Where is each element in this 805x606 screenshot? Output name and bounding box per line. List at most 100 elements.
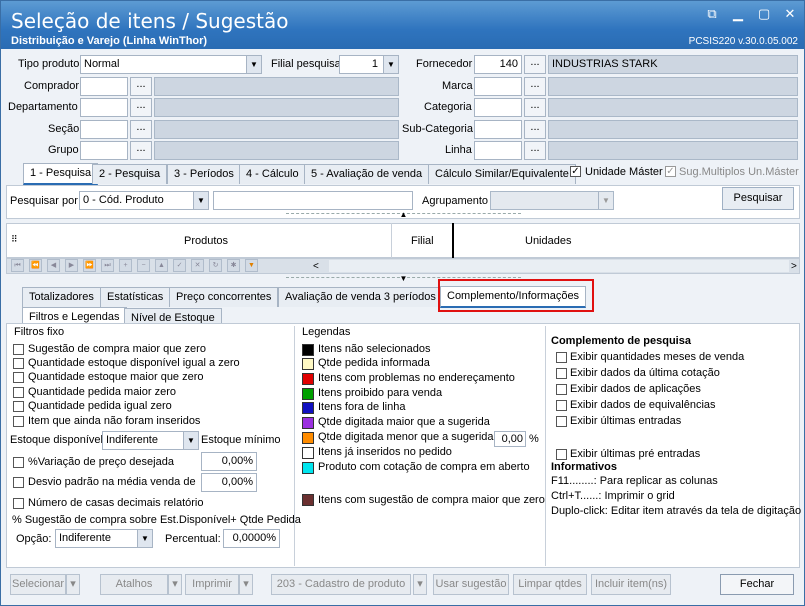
categoria-search-button[interactable]: ...: [524, 98, 546, 117]
filial-label: Filial pesquisa: [271, 58, 341, 70]
grid-col-unidades[interactable]: Unidades: [525, 235, 571, 247]
imprimir-dropdown[interactable]: ▾: [239, 574, 253, 595]
tab-pesquisa-2[interactable]: 2 - Pesquisa: [92, 164, 168, 184]
complemento-checkbox[interactable]: [556, 384, 567, 395]
variacao-input[interactable]: 0,00%: [201, 452, 257, 471]
scroll-left-icon[interactable]: <: [313, 261, 319, 272]
estoque-disponivel-select[interactable]: Indiferente ▼: [102, 431, 199, 450]
complemento-checkbox[interactable]: [556, 400, 567, 411]
fornecedor-code-input[interactable]: 140: [474, 55, 522, 74]
grid-col-produtos[interactable]: Produtos: [184, 235, 228, 247]
search-input[interactable]: [213, 191, 413, 210]
horizontal-scrollbar[interactable]: [329, 260, 789, 272]
secao-search-button[interactable]: ...: [130, 120, 152, 139]
complemento-checkbox[interactable]: [556, 449, 567, 460]
tab-pesquisa-1[interactable]: 1 - Pesquisa: [23, 163, 99, 185]
complemento-checkbox[interactable]: [556, 416, 567, 427]
edit-icon[interactable]: ▲: [155, 259, 168, 272]
selecionar-button[interactable]: Selecionar: [10, 574, 66, 595]
desvio-checkbox[interactable]: [13, 477, 24, 488]
tab-periodos[interactable]: 3 - Períodos: [167, 164, 241, 184]
imprimir-button[interactable]: Imprimir: [185, 574, 239, 595]
categoria-input[interactable]: [474, 98, 522, 117]
selecionar-dropdown[interactable]: ▾: [66, 574, 80, 595]
sug-multiplos-checkbox[interactable]: ✓: [665, 166, 676, 177]
marca-input[interactable]: [474, 77, 522, 96]
complemento-checkbox[interactable]: [556, 352, 567, 363]
pesquisar-button[interactable]: Pesquisar: [722, 187, 794, 210]
tipo-produto-select[interactable]: Normal ▼: [80, 55, 262, 74]
grupo-input[interactable]: [80, 141, 128, 160]
cadastro-produto-button[interactable]: 203 - Cadastro de produto: [271, 574, 411, 595]
atalhos-button[interactable]: Atalhos: [100, 574, 168, 595]
first-icon[interactable]: ⏮: [11, 259, 24, 272]
maximize-icon[interactable]: ▢: [758, 7, 770, 20]
close-icon[interactable]: ✕: [784, 7, 796, 20]
grid-menu-icon[interactable]: ⠿: [11, 234, 18, 245]
minimize-icon[interactable]: ▁: [732, 7, 744, 20]
subcategoria-search-button[interactable]: ...: [524, 120, 546, 139]
filtro-checkbox[interactable]: [13, 372, 24, 383]
comprador-search-button[interactable]: ...: [130, 77, 152, 96]
secao-input[interactable]: [80, 120, 128, 139]
marca-search-button[interactable]: ...: [524, 77, 546, 96]
filial-select[interactable]: 1 ▼: [339, 55, 399, 74]
splitter-up-icon[interactable]: ▲: [286, 211, 521, 220]
grupo-name: [154, 141, 399, 160]
unidade-master-checkbox[interactable]: ✓: [570, 166, 581, 177]
cancel-icon[interactable]: ✕: [191, 259, 204, 272]
asterisk-icon[interactable]: ✱: [227, 259, 240, 272]
fechar-button[interactable]: Fechar: [720, 574, 794, 595]
qtde-menor-input[interactable]: 0,00: [494, 431, 526, 447]
next-page-icon[interactable]: ⏩: [83, 259, 96, 272]
refresh-icon[interactable]: ↻: [209, 259, 222, 272]
comprador-input[interactable]: [80, 77, 128, 96]
casas-decimais-checkbox[interactable]: [13, 498, 24, 509]
pesquisar-por-select[interactable]: 0 - Cód. Produto ▼: [79, 191, 209, 210]
linha-input[interactable]: [474, 141, 522, 160]
departamento-search-button[interactable]: ...: [130, 98, 152, 117]
limpar-qtdes-button[interactable]: Limpar qtdes: [513, 574, 587, 595]
cadastro-dropdown[interactable]: ▾: [413, 574, 427, 595]
tab-estatisticas[interactable]: Estatísticas: [100, 287, 171, 307]
tab-calculo-similar[interactable]: Cálculo Similar/Equivalente: [428, 164, 576, 184]
grupo-search-button[interactable]: ...: [130, 141, 152, 160]
legend-label: Itens com sugestão de compra maior que z…: [318, 494, 545, 506]
subcategoria-input[interactable]: [474, 120, 522, 139]
tab-avaliacao-3-periodos[interactable]: Avaliação de venda 3 períodos: [278, 287, 443, 307]
tab-calculo[interactable]: 4 - Cálculo: [239, 164, 306, 184]
variacao-checkbox[interactable]: [13, 457, 24, 468]
delete-icon[interactable]: −: [137, 259, 150, 272]
linha-search-button[interactable]: ...: [524, 141, 546, 160]
departamento-input[interactable]: [80, 98, 128, 117]
restore-icon[interactable]: ⧉: [706, 7, 718, 20]
tab-preco-concorrentes[interactable]: Preço concorrentes: [169, 287, 279, 307]
filtro-checkbox[interactable]: [13, 358, 24, 369]
agrupamento-select[interactable]: ▼: [490, 191, 614, 210]
grid-col-filial[interactable]: Filial: [411, 235, 434, 247]
post-icon[interactable]: ✓: [173, 259, 186, 272]
filtro-label: Item que ainda não foram inseridos: [28, 415, 201, 427]
insert-icon[interactable]: +: [119, 259, 132, 272]
last-icon[interactable]: ⏭: [101, 259, 114, 272]
desvio-input[interactable]: 0,00%: [201, 473, 257, 492]
filtro-checkbox[interactable]: [13, 387, 24, 398]
filter-icon[interactable]: ▼: [245, 259, 258, 272]
opcao-select[interactable]: Indiferente ▼: [55, 529, 153, 548]
fornecedor-search-button[interactable]: ...: [524, 55, 546, 74]
usar-sugestao-button[interactable]: Usar sugestão: [433, 574, 509, 595]
complemento-checkbox[interactable]: [556, 368, 567, 379]
tab-avaliacao-venda[interactable]: 5 - Avaliação de venda: [304, 164, 430, 184]
scroll-right-icon[interactable]: >: [791, 261, 797, 272]
filtro-checkbox[interactable]: [13, 416, 24, 427]
tab-totalizadores[interactable]: Totalizadores: [22, 287, 101, 307]
filtros-title: Filtros fixo: [14, 326, 65, 338]
prior-icon[interactable]: ◀: [47, 259, 60, 272]
prior-page-icon[interactable]: ⏪: [29, 259, 42, 272]
atalhos-dropdown[interactable]: ▾: [168, 574, 182, 595]
filtro-checkbox[interactable]: [13, 401, 24, 412]
percentual-input[interactable]: 0,0000%: [223, 529, 280, 548]
next-icon[interactable]: ▶: [65, 259, 78, 272]
incluir-itens-button[interactable]: Incluir item(ns): [591, 574, 671, 595]
filtro-checkbox[interactable]: [13, 344, 24, 355]
